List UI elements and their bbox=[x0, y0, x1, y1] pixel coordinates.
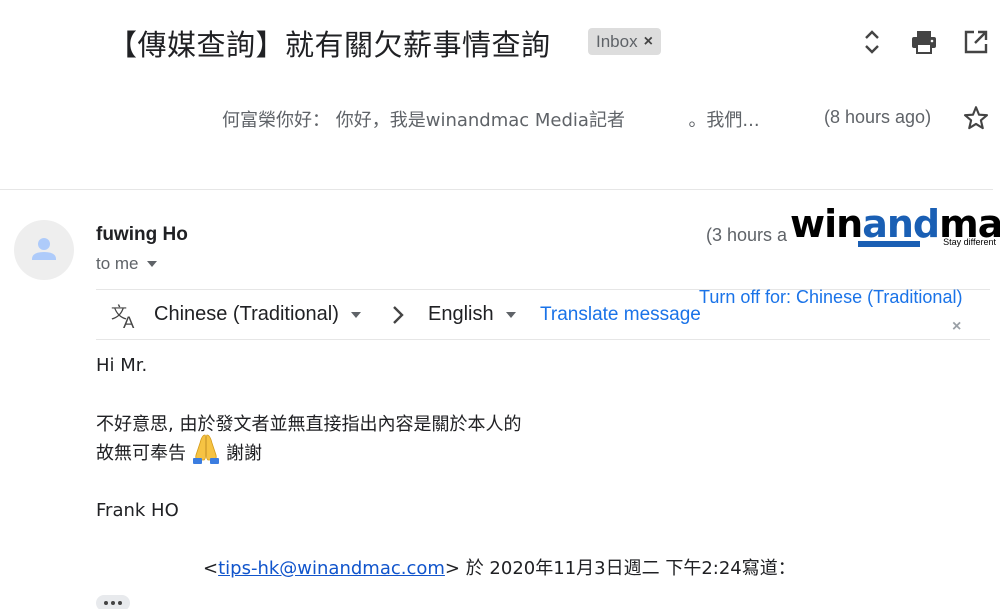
message-time: (3 hours a bbox=[706, 225, 788, 245]
open-in-new-icon[interactable] bbox=[962, 28, 990, 56]
recipient-details[interactable]: to me bbox=[96, 254, 157, 274]
turn-off-translation-link[interactable]: Turn off for: Chinese (Traditional) bbox=[699, 287, 962, 308]
snippet-text-part2: 。我們... bbox=[688, 110, 760, 131]
dot-icon bbox=[104, 601, 108, 605]
chevron-right-icon bbox=[386, 301, 410, 329]
translate-message-link[interactable]: Translate message bbox=[540, 304, 701, 326]
person-icon[interactable] bbox=[14, 220, 74, 280]
body-greeting: Hi Mr. bbox=[96, 355, 148, 376]
folded-hands-emoji-icon bbox=[188, 429, 224, 465]
logo-text-and: and bbox=[862, 202, 940, 246]
dot-icon bbox=[111, 601, 115, 605]
inbox-label-text: Inbox bbox=[596, 31, 638, 51]
target-language-select[interactable]: English bbox=[428, 303, 516, 326]
quote-suffix: > 於 2020年11月3日週二 下午2:24寫道： bbox=[444, 558, 796, 579]
chevron-down-icon bbox=[505, 311, 516, 318]
logo-underline bbox=[858, 241, 920, 247]
quote-email-link[interactable]: tips-hk@winandmac.com bbox=[218, 558, 445, 579]
chevron-down-icon bbox=[350, 311, 361, 318]
message-divider bbox=[0, 189, 993, 190]
logo-tagline: Stay different bbox=[943, 237, 996, 247]
body-line-1: 不好意思, 由於發文者並無直接指出內容是關於本人的 bbox=[96, 414, 522, 435]
body-line-2: 故無可奉告 謝謝 bbox=[96, 434, 262, 465]
body-signature: Frank HO bbox=[96, 500, 179, 521]
chevron-down-icon[interactable] bbox=[146, 261, 157, 267]
logo-text-win: win bbox=[790, 202, 863, 246]
winandmac-logo: winandmac Stay different bbox=[790, 205, 1000, 253]
collapsed-message-time: (8 hours ago) bbox=[824, 107, 932, 127]
body-line-2-text-b: 謝謝 bbox=[226, 443, 262, 464]
body-line-2-text-a: 故無可奉告 bbox=[96, 443, 186, 464]
translate-icon: 文A bbox=[110, 300, 140, 332]
print-icon[interactable] bbox=[910, 28, 938, 56]
svg-text:A: A bbox=[123, 313, 135, 330]
quoted-reply-header: <tips-hk@winandmac.com> 於 2020年11月3日週二 下… bbox=[203, 554, 796, 580]
close-icon[interactable]: × bbox=[952, 318, 961, 336]
target-language-label: English bbox=[428, 303, 494, 325]
unfold-more-icon[interactable] bbox=[858, 28, 886, 56]
collapsed-message-snippet[interactable]: 何富榮你好： 你好，我是winandmac Media記者 。我們... bbox=[222, 106, 760, 132]
source-language-label: Chinese (Traditional) bbox=[154, 303, 339, 325]
translate-bar-bottom-border bbox=[96, 339, 990, 340]
sender-name[interactable]: fuwing Ho bbox=[96, 224, 188, 246]
inbox-label-chip[interactable]: Inbox × bbox=[588, 28, 661, 55]
remove-label-icon[interactable]: × bbox=[644, 33, 653, 51]
source-language-select[interactable]: Chinese (Traditional) bbox=[154, 303, 361, 326]
email-subject: 【傳媒查詢】就有關欠薪事情查詢 bbox=[108, 28, 551, 62]
quote-prefix: < bbox=[203, 558, 219, 579]
snippet-text-part1: 何富榮你好： 你好，我是winandmac Media記者 bbox=[222, 110, 625, 131]
show-trimmed-content-button[interactable] bbox=[96, 595, 130, 609]
star-icon[interactable] bbox=[962, 104, 990, 132]
recipient-label: to me bbox=[96, 254, 139, 273]
dot-icon bbox=[118, 601, 122, 605]
